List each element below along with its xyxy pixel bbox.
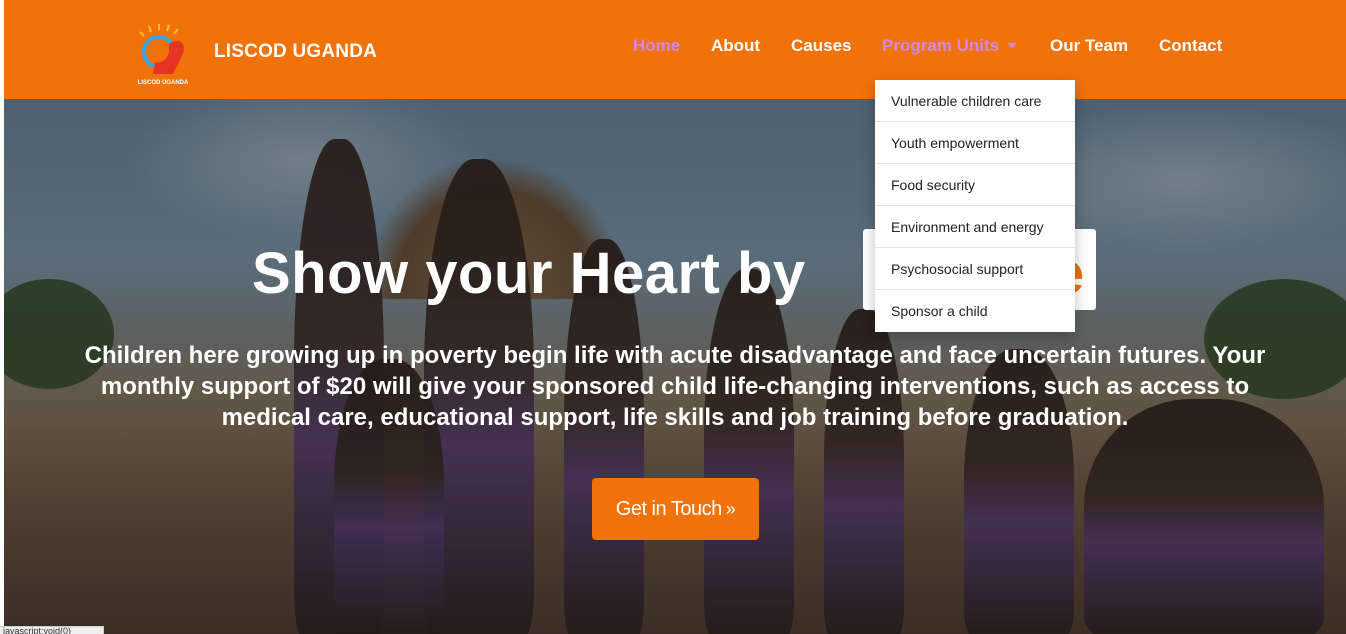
- nav-our-team[interactable]: Our Team: [1050, 36, 1128, 56]
- nav-program-units[interactable]: Program Units: [882, 36, 1018, 56]
- nav-program-units-label: Program Units: [882, 36, 1000, 55]
- brand-name[interactable]: LISCOD UGANDA: [214, 41, 377, 63]
- nav-about[interactable]: About: [711, 36, 760, 56]
- heart-hand-logo[interactable]: LISCOD UGANDA: [129, 22, 197, 86]
- hero-subtext: Children here growing up in poverty begi…: [84, 342, 1266, 431]
- caret-down-icon: [1007, 43, 1018, 48]
- dropdown-item-food-security[interactable]: Food security: [875, 164, 1075, 206]
- get-in-touch-button[interactable]: Get in Touch »: [592, 478, 759, 540]
- get-in-touch-label: Get in Touch: [615, 497, 722, 520]
- nav-home[interactable]: Home: [633, 36, 680, 56]
- top-navbar: LISCOD UGANDA LISCOD UGANDA Home About C…: [4, 0, 1346, 99]
- dropdown-item-vulnerable-children-care[interactable]: Vulnerable children care: [875, 80, 1075, 122]
- hero-headline: Show your Heart by: [252, 241, 806, 306]
- logo-text: LISCOD UGANDA: [138, 80, 189, 86]
- program-units-dropdown: Vulnerable children care Youth empowerme…: [875, 80, 1075, 332]
- dropdown-item-psychosocial-support[interactable]: Psychosocial support: [875, 248, 1075, 290]
- dropdown-item-youth-empowerment[interactable]: Youth empowerment: [875, 122, 1075, 164]
- nav-contact[interactable]: Contact: [1159, 36, 1222, 56]
- nav-causes[interactable]: Causes: [791, 36, 851, 56]
- dropdown-item-sponsor-a-child[interactable]: Sponsor a child: [875, 290, 1075, 332]
- double-chevron-right-icon: »: [725, 498, 736, 519]
- browser-status-bar: javascript:void(0): [0, 626, 104, 634]
- dropdown-item-environment-and-energy[interactable]: Environment and energy: [875, 206, 1075, 248]
